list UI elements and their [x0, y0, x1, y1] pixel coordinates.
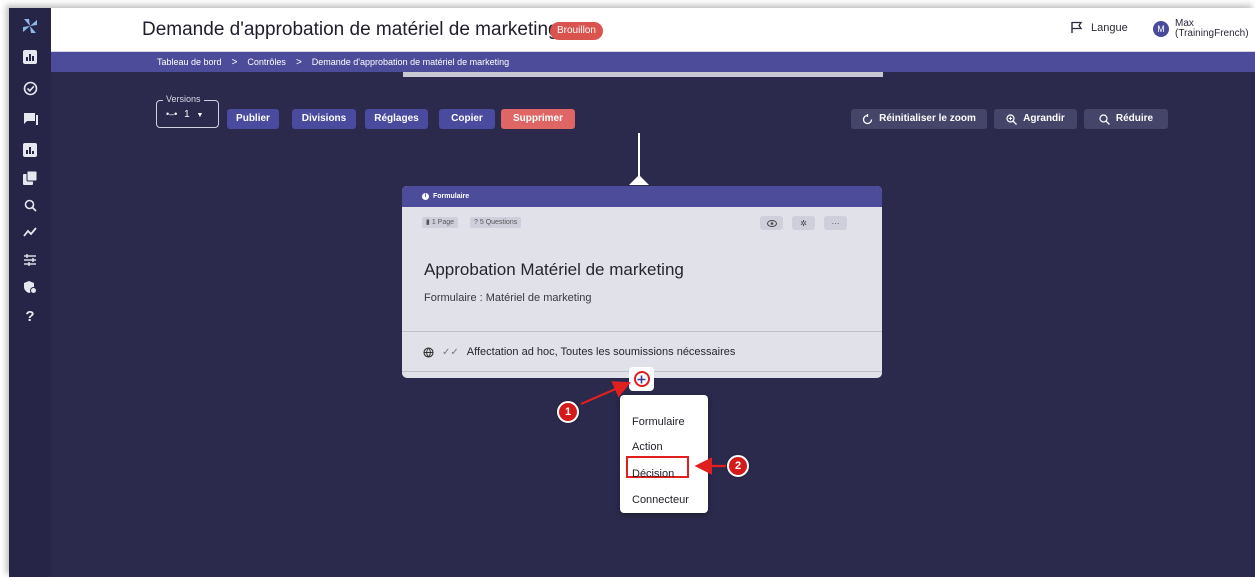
chevron-down-icon: ▼ — [196, 112, 204, 119]
dashboard-icon[interactable] — [9, 43, 51, 71]
zoom-out-button[interactable]: Réduire — [1084, 109, 1168, 129]
node-settings-button[interactable]: ✲ — [792, 216, 815, 230]
copy-button[interactable]: Copier — [439, 109, 495, 129]
more-icon: ··· — [831, 218, 840, 228]
delete-button[interactable]: Supprimer — [501, 109, 575, 129]
publish-button[interactable]: Publier — [227, 109, 279, 129]
avatar: M — [1153, 21, 1169, 37]
check-circle-icon[interactable] — [9, 74, 51, 102]
shield-icon[interactable] — [9, 273, 51, 301]
language-selector[interactable]: Langue — [1070, 21, 1128, 34]
versions-label: Versions — [163, 94, 204, 104]
preview-button[interactable] — [760, 216, 783, 230]
user-name: Max (TrainingFrench) — [1175, 18, 1249, 39]
reset-icon — [863, 113, 873, 124]
app-window: ? Demande d'approbation de matériel de m… — [9, 8, 1255, 577]
card-header-label: Formulaire — [433, 193, 470, 200]
questions-pill: ? 5 Questions — [470, 217, 522, 228]
previous-node-edge — [403, 72, 883, 77]
user-menu[interactable]: M Max (TrainingFrench) — [1153, 19, 1249, 39]
flow-arrowhead — [629, 175, 649, 185]
sliders-icon[interactable] — [9, 246, 51, 274]
card-divider — [402, 331, 882, 332]
menu-item-action[interactable]: Action — [632, 441, 663, 453]
chat-icon[interactable] — [9, 105, 51, 133]
form-node-card[interactable]: i Formulaire ▮ 1 Page ? 5 Questions ✲ ··… — [402, 186, 882, 378]
double-check-icon: ✓✓ — [442, 346, 459, 358]
question-icon: ? — [474, 219, 478, 226]
help-icon[interactable]: ? — [9, 302, 51, 330]
divisions-button[interactable]: Divisions — [292, 109, 356, 129]
callout-1: 1 — [557, 401, 579, 423]
add-step-menu: Formulaire Action Décision Connecteur — [620, 395, 708, 513]
info-icon: i — [422, 193, 429, 200]
breadcrumb-current: Demande d'approbation de matériel de mar… — [311, 57, 510, 67]
pages-pill: ▮ 1 Page — [422, 217, 458, 228]
status-badge: Brouillon — [550, 22, 603, 40]
search-icon[interactable] — [9, 191, 51, 219]
globe-icon — [423, 346, 434, 358]
assignment-text: Affectation ad hoc, Toutes les soumissio… — [466, 346, 736, 358]
breadcrumb-separator: > — [295, 56, 302, 68]
gear-icon: ✲ — [800, 218, 807, 228]
menu-item-decision[interactable]: Décision — [632, 468, 674, 480]
copy-icon[interactable] — [9, 164, 51, 192]
card-title: Approbation Matériel de marketing — [424, 260, 684, 279]
versions-select[interactable]: Versions •–• 1 ▼ — [156, 94, 219, 128]
chart-icon[interactable] — [9, 136, 51, 164]
trend-icon[interactable] — [9, 218, 51, 246]
version-dots-icon: •–• — [166, 109, 178, 119]
menu-item-formulaire[interactable]: Formulaire — [632, 416, 685, 428]
card-subtitle: Formulaire : Matériel de marketing — [424, 292, 592, 304]
menu-item-connecteur[interactable]: Connecteur — [632, 494, 689, 506]
sidebar: ? — [9, 8, 51, 577]
zoom-in-icon — [1006, 113, 1018, 125]
callout-2: 2 — [727, 455, 749, 477]
page-icon: ▮ — [426, 219, 430, 226]
header-bar: Demande d'approbation de matériel de mar… — [51, 8, 1255, 52]
breadcrumb-dashboard[interactable]: Tableau de bord — [157, 57, 222, 67]
flag-icon — [1071, 21, 1083, 33]
flow-connector — [638, 133, 640, 178]
versions-value: •–• 1 ▼ — [166, 109, 204, 120]
assignment-summary: ✓✓ Affectation ad hoc, Toutes les soumis… — [423, 346, 735, 358]
zoom-in-button[interactable]: Agrandir — [994, 109, 1077, 129]
eye-icon — [766, 219, 777, 227]
breadcrumb-controls[interactable]: Contrôles — [247, 57, 286, 67]
page-title: Demande d'approbation de matériel de mar… — [142, 19, 559, 40]
add-step-button[interactable] — [629, 367, 654, 391]
card-header: i Formulaire — [402, 186, 882, 207]
breadcrumb: Tableau de bord > Contrôles > Demande d'… — [51, 52, 1255, 72]
logo-icon[interactable] — [9, 12, 51, 40]
breadcrumb-separator: > — [231, 56, 238, 68]
settings-button[interactable]: Réglages — [365, 109, 428, 129]
zoom-out-icon — [1099, 113, 1110, 125]
language-label: Langue — [1091, 21, 1128, 34]
more-options-button[interactable]: ··· — [824, 216, 847, 230]
reset-zoom-button[interactable]: Réinitialiser le zoom — [851, 109, 987, 129]
plus-circle-icon — [633, 371, 650, 387]
